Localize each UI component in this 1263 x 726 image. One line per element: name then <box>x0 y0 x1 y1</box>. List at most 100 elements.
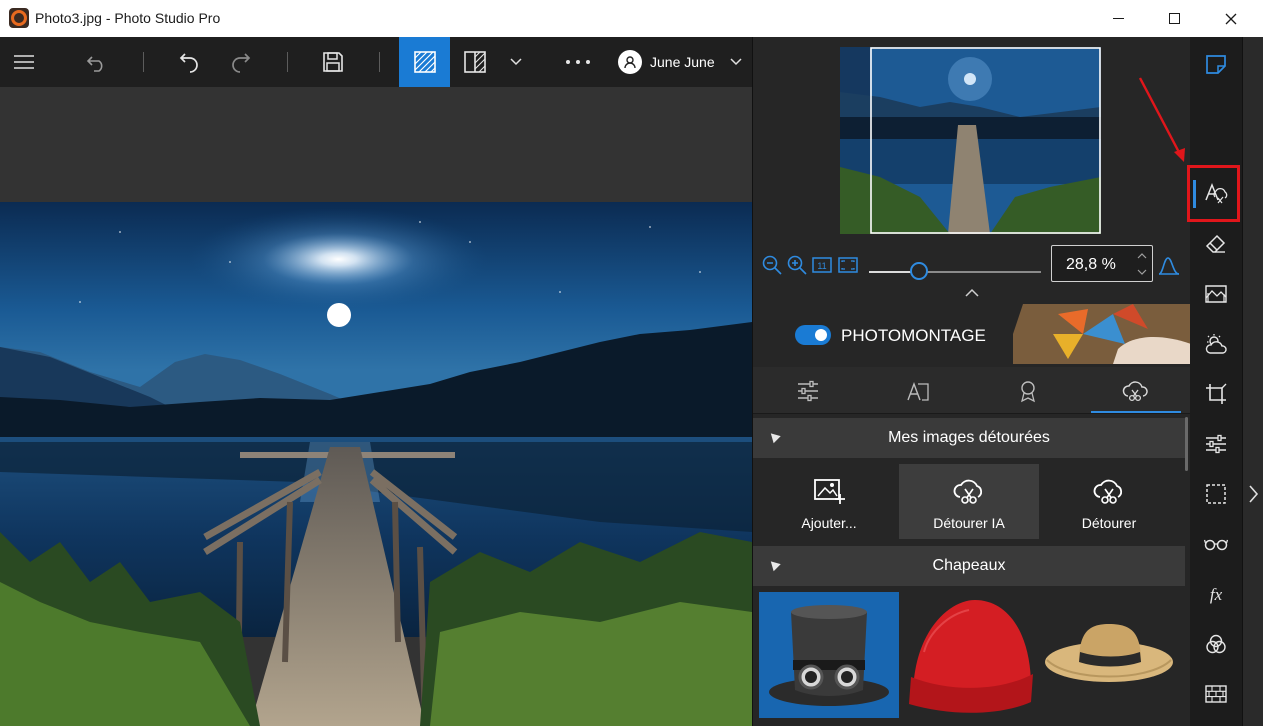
tab-text[interactable] <box>868 367 968 414</box>
zoom-percent-field[interactable]: 28,8 % <box>1051 245 1153 282</box>
tool-landscape-button[interactable] <box>1190 274 1242 314</box>
tool-glasses-button[interactable] <box>1190 524 1242 564</box>
landscape-icon <box>1205 285 1227 303</box>
zoom-out-icon[interactable] <box>761 254 783 276</box>
tool-strip: fx <box>1190 37 1242 726</box>
tool-eraser-button[interactable] <box>1190 224 1242 264</box>
brick-wall-icon <box>1205 685 1227 703</box>
section-hats[interactable]: Chapeaux <box>753 546 1185 586</box>
photo-studio-window: Photo3.jpg - Photo Studio Pro June June … <box>0 0 1263 726</box>
window-title: Photo3.jpg - Photo Studio Pro <box>35 10 221 26</box>
undo-button[interactable] <box>172 37 206 87</box>
section-title: Mes images détourées <box>888 429 1050 446</box>
straw-hat-image <box>1045 624 1173 682</box>
annotation-highlight-box <box>1187 165 1240 222</box>
action-label: Détourer IA <box>933 515 1005 531</box>
navigator-preview[interactable] <box>840 47 1101 234</box>
main-photo[interactable] <box>0 202 752 726</box>
close-button[interactable] <box>1203 0 1259 37</box>
red-beanie-image <box>909 600 1033 713</box>
collapse-triangle-icon <box>767 429 781 444</box>
photomontage-tabs <box>753 367 1190 414</box>
active-tab-indicator <box>1091 411 1181 413</box>
award-icon <box>1021 380 1035 402</box>
user-account-button[interactable]: June June <box>618 37 748 87</box>
close-icon <box>1225 13 1237 24</box>
photomontage-label: PHOTOMONTAGE <box>841 326 986 345</box>
actual-size-icon[interactable]: 11 <box>811 254 833 276</box>
toolbar-separator <box>379 52 380 72</box>
fit-screen-icon[interactable] <box>837 254 859 276</box>
minimize-button[interactable] <box>1090 0 1146 37</box>
side-panel: 11 28,8 % PHOTOMONTAGE Mes images détour… <box>752 37 1190 726</box>
save-button[interactable] <box>316 37 350 87</box>
hat-item-straw-hat[interactable] <box>1039 592 1179 718</box>
tab-badges[interactable] <box>978 367 1078 414</box>
toolbar-separator <box>143 52 144 72</box>
zoom-in-icon[interactable] <box>786 254 808 276</box>
cutout-button[interactable]: Détourer <box>1039 464 1179 539</box>
toolbar-separator <box>287 52 288 72</box>
hat-item-top-hat[interactable] <box>759 592 899 718</box>
collapse-navigator-icon[interactable] <box>964 287 980 299</box>
maximize-icon <box>1168 13 1180 24</box>
action-label: Ajouter... <box>801 515 857 531</box>
compare-view-button[interactable] <box>458 37 492 87</box>
cloud-sun-icon <box>1205 334 1227 354</box>
menu-button[interactable] <box>6 37 42 87</box>
history-back-button[interactable] <box>80 37 114 87</box>
view-options-dropdown[interactable] <box>504 37 528 87</box>
sliders-icon <box>1206 434 1226 454</box>
note-edit-icon <box>1206 55 1226 74</box>
tool-color-button[interactable] <box>1190 624 1242 664</box>
undo-all-icon <box>86 56 103 72</box>
action-label: Détourer <box>1081 515 1137 531</box>
histogram-icon[interactable] <box>1157 254 1181 276</box>
chevron-right-icon <box>1249 485 1259 503</box>
spin-up-icon[interactable] <box>1137 251 1147 261</box>
more-dots-icon <box>566 60 590 64</box>
hamburger-icon <box>14 55 34 69</box>
panel-scrollbar[interactable] <box>1185 417 1188 471</box>
minimize-icon <box>1112 18 1124 19</box>
annotation-arrow <box>1138 77 1185 162</box>
more-options-button[interactable] <box>558 37 598 87</box>
section-my-cutouts[interactable]: Mes images détourées <box>753 418 1185 458</box>
tab-adjustments[interactable] <box>758 367 858 414</box>
redo-button[interactable] <box>224 37 258 87</box>
section-title: Chapeaux <box>932 557 1006 574</box>
user-name: June June <box>650 54 715 70</box>
collapse-triangle-icon <box>767 557 781 572</box>
ai-cutout-icon <box>953 479 983 504</box>
save-icon <box>323 52 343 72</box>
single-view-button[interactable] <box>399 37 450 87</box>
tab-cutout[interactable] <box>1085 367 1185 414</box>
tool-selection-button[interactable] <box>1190 474 1242 514</box>
top-hat-image <box>769 605 889 706</box>
tool-crop-button[interactable] <box>1190 374 1242 414</box>
tool-effects-button[interactable]: fx <box>1190 574 1242 614</box>
main-toolbar: June June <box>0 37 752 87</box>
glasses-icon <box>1204 539 1228 551</box>
crop-icon <box>1206 383 1227 404</box>
panel-expand-edge[interactable] <box>1242 37 1263 726</box>
tool-weather-button[interactable] <box>1190 324 1242 364</box>
photomontage-toggle[interactable] <box>795 325 831 345</box>
tool-adjust-button[interactable] <box>1190 424 1242 464</box>
maximize-button[interactable] <box>1146 0 1202 37</box>
chevron-down-icon <box>730 58 742 66</box>
hatched-square-icon <box>413 51 436 73</box>
zoom-slider-track[interactable] <box>869 271 1041 273</box>
zoom-slider-handle[interactable] <box>909 262 928 280</box>
ai-cutout-button[interactable]: Détourer IA <box>899 464 1039 539</box>
color-circles-icon <box>1206 634 1226 654</box>
hat-item-red-beanie[interactable] <box>899 592 1039 718</box>
spin-down-icon[interactable] <box>1137 267 1147 277</box>
sliders-icon <box>798 380 818 401</box>
tool-texture-button[interactable] <box>1190 674 1242 714</box>
image-canvas[interactable] <box>0 87 752 726</box>
title-bar: Photo3.jpg - Photo Studio Pro <box>0 0 1263 37</box>
svg-text:fx: fx <box>1210 585 1223 604</box>
add-image-button[interactable]: Ajouter... <box>759 464 899 539</box>
tool-edit-button[interactable] <box>1190 44 1242 84</box>
